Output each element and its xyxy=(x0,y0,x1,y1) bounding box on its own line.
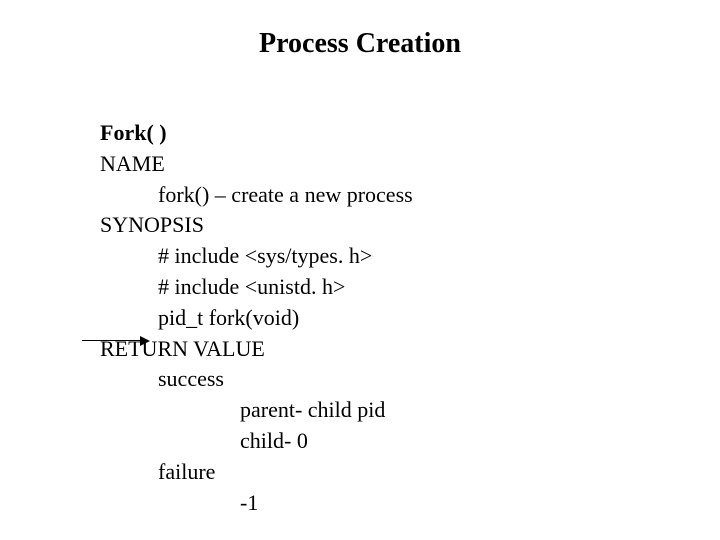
child-result: child- 0 xyxy=(240,426,413,457)
name-desc: fork() – create a new process xyxy=(158,180,413,211)
return-value-label: RETURN VALUE xyxy=(100,334,413,365)
include-line-1: # include <sys/types. h> xyxy=(158,241,413,272)
fork-heading: Fork( ) xyxy=(100,118,413,149)
failure-label: failure xyxy=(158,457,413,488)
include-line-2: # include <unistd. h> xyxy=(158,272,413,303)
synopsis-label: SYNOPSIS xyxy=(100,210,413,241)
success-label: success xyxy=(158,364,413,395)
page-title: Process Creation xyxy=(0,28,720,60)
slide-body: Fork( ) NAME fork() – create a new proce… xyxy=(100,118,413,518)
prototype-line: pid_t fork(void) xyxy=(158,303,413,334)
parent-result: parent- child pid xyxy=(240,395,413,426)
failure-result: -1 xyxy=(240,488,413,519)
name-label: NAME xyxy=(100,149,413,180)
